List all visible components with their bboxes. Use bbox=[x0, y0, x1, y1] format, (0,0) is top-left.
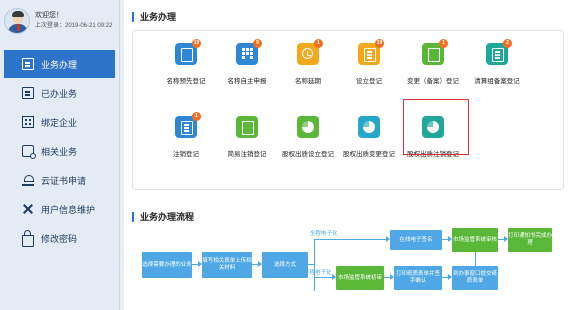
lock-icon bbox=[22, 230, 34, 247]
count-badge: 19 bbox=[192, 39, 201, 48]
tile-label: 注销登记 bbox=[173, 151, 199, 158]
business-panel: 19 名称预先登记 9 名称自主申报 1 名称延期 19 设立登记 1 变更（备… bbox=[132, 30, 564, 190]
file-edit-icon bbox=[22, 58, 34, 70]
sidebar-item-label: 相关业务 bbox=[41, 146, 78, 157]
flow-label-full: 全程电子化 bbox=[310, 231, 338, 237]
sidebar-item-related[interactable]: 相关业务 bbox=[0, 137, 119, 165]
flow-step-review-half: 市场监管系统初审 bbox=[336, 266, 384, 290]
count-badge: 1 bbox=[314, 39, 323, 48]
tile-label: 名称延期 bbox=[295, 78, 321, 85]
tile-equity-pledge-change[interactable]: 股权出质变更登记 bbox=[339, 116, 399, 158]
tile-establish[interactable]: 19 设立登记 bbox=[339, 39, 399, 85]
tile-deregister[interactable]: 1 注销登记 bbox=[156, 112, 216, 158]
section-title-business: 业务办理 bbox=[132, 12, 176, 22]
flow-step-sign-online: 在线电子签名 bbox=[390, 230, 442, 250]
flow-label-half: 半程电子化 bbox=[304, 270, 332, 276]
count-badge: 1 bbox=[439, 39, 448, 48]
sidebar-nav: 业务办理 已办业务 绑定企业 相关业务 云证书申请 用户信息维护 修改密码 bbox=[0, 50, 119, 252]
sidebar-item-label: 云证书申请 bbox=[41, 175, 87, 186]
sidebar-item-label: 修改密码 bbox=[41, 233, 78, 244]
tile-name-preregister[interactable]: 19 名称预先登记 bbox=[156, 39, 216, 85]
flow-step-review-full: 市场监管系统审核 bbox=[452, 228, 498, 252]
count-badge: 2 bbox=[503, 39, 512, 48]
count-badge: 1 bbox=[192, 112, 201, 121]
sidebar-item-label: 业务办理 bbox=[41, 59, 78, 70]
tile-name-extension[interactable]: 1 名称延期 bbox=[278, 39, 338, 85]
tile-label: 名称自主申报 bbox=[227, 78, 267, 85]
sidebar-item-bind-company[interactable]: 绑定企业 bbox=[0, 108, 119, 136]
selection-highlight bbox=[403, 99, 469, 155]
tools-icon bbox=[22, 203, 34, 215]
sidebar-item-password[interactable]: 修改密码 bbox=[0, 224, 119, 252]
flow-step-submit-paper: 到办事窗口提交纸质表单 bbox=[452, 266, 498, 290]
document-list-icon: 2 bbox=[486, 39, 512, 65]
building-icon: 9 bbox=[236, 39, 262, 65]
sidebar-item-cloud-cert[interactable]: 云证书申请 bbox=[0, 166, 119, 194]
tile-equity-pledge-establish[interactable]: 股权出质设立登记 bbox=[278, 116, 338, 158]
main-content: 业务办理 19 名称预先登记 9 名称自主申报 1 名称延期 19 设立登记 1… bbox=[124, 0, 570, 310]
document-write-icon: 19 bbox=[358, 39, 384, 65]
document-quick-icon bbox=[236, 116, 258, 138]
document-change-icon: 1 bbox=[422, 39, 448, 65]
tile-label: 股权出质设立登记 bbox=[282, 151, 334, 158]
file-list-icon bbox=[22, 87, 34, 99]
tile-label: 清算组备案登记 bbox=[474, 78, 520, 85]
sidebar: 欢迎您！ 上次登录：2019-06-21 09:22 业务办理 已办业务 绑定企… bbox=[0, 0, 120, 310]
tile-label: 变更（备案）登记 bbox=[407, 78, 459, 85]
tile-label: 股权出质变更登记 bbox=[343, 151, 395, 158]
cloud-cert-icon bbox=[22, 174, 34, 186]
document-edit-icon: 19 bbox=[175, 39, 201, 65]
tile-liquidation-register[interactable]: 2 清算组备案登记 bbox=[467, 39, 527, 85]
section-title-flow: 业务办理流程 bbox=[132, 212, 194, 222]
count-badge: 19 bbox=[375, 39, 384, 48]
search-doc-icon bbox=[22, 145, 36, 159]
sidebar-item-label: 已办业务 bbox=[41, 88, 78, 99]
tile-simple-deregister[interactable]: 简易注销登记 bbox=[217, 116, 277, 158]
count-badge: 9 bbox=[253, 39, 262, 48]
user-info: 欢迎您！ 上次登录：2019-06-21 09:22 bbox=[0, 0, 119, 40]
flow-step-choose-method: 选择方式 bbox=[262, 252, 308, 278]
clock-icon: 1 bbox=[297, 39, 323, 65]
tile-label: 设立登记 bbox=[356, 78, 382, 85]
document-cancel-icon: 1 bbox=[175, 112, 201, 138]
building-icon bbox=[22, 116, 34, 128]
flow-step-select-business: 选择需要办理的业务 bbox=[142, 252, 192, 278]
tile-name-self-declare[interactable]: 9 名称自主申报 bbox=[217, 39, 277, 85]
flow-step-fill-form: 填写相关表单上传相关材料 bbox=[202, 252, 252, 278]
sidebar-item-user-info[interactable]: 用户信息维护 bbox=[0, 195, 119, 223]
sidebar-item-label: 用户信息维护 bbox=[41, 204, 96, 215]
sidebar-item-done[interactable]: 已办业务 bbox=[0, 79, 119, 107]
pie-chart-icon bbox=[358, 116, 380, 138]
last-login-text: 上次登录：2019-06-21 09:22 bbox=[35, 23, 113, 29]
tile-change-register[interactable]: 1 变更（备案）登记 bbox=[403, 39, 463, 85]
flow-diagram: 选择需要办理的业务 填写相关表单上传相关材料 选择方式 全程电子化 半程电子化 … bbox=[132, 226, 564, 306]
avatar bbox=[4, 8, 30, 34]
sidebar-item-label: 绑定企业 bbox=[41, 117, 78, 128]
pie-chart-icon bbox=[297, 116, 319, 138]
tile-label: 名称预先登记 bbox=[166, 78, 206, 85]
sidebar-item-business[interactable]: 业务办理 bbox=[4, 50, 115, 78]
welcome-text: 欢迎您！ bbox=[35, 12, 63, 19]
tile-label: 简易注销登记 bbox=[227, 151, 267, 158]
flow-step-print-sign: 打印纸质表单并签字确认 bbox=[394, 266, 442, 290]
flow-step-print-notice: 打印通知书完成办理 bbox=[508, 228, 552, 252]
